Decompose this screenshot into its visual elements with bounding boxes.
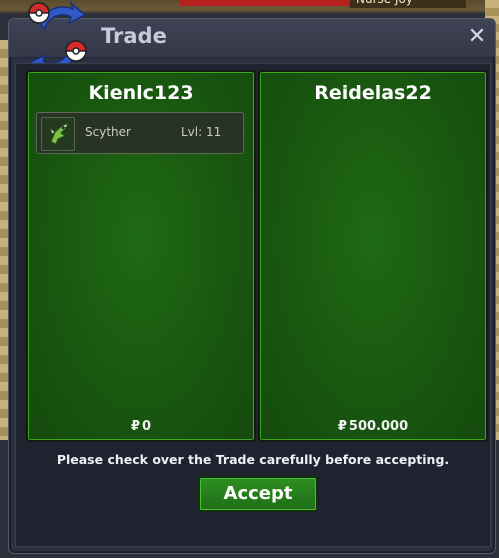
money-right: ₽500.000 bbox=[260, 419, 486, 434]
money-amount-right: 500.000 bbox=[348, 419, 409, 434]
trade-content: Kienlc123 Scyther Lvl: 11 ₽0 Reidelas22 … bbox=[15, 63, 491, 547]
pokedollar-icon: ₽ bbox=[130, 419, 140, 434]
partner-offer-panel: Reidelas22 ₽500.000 bbox=[258, 70, 488, 442]
trade-notice: Please check over the Trade carefully be… bbox=[56, 452, 450, 467]
window-title: Trade bbox=[101, 24, 167, 48]
my-offer-panel: Kienlc123 Scyther Lvl: 11 ₽0 bbox=[26, 70, 256, 442]
npc-nameplate: Nurse Joy bbox=[350, 0, 466, 8]
accept-button[interactable]: Accept bbox=[198, 476, 318, 512]
money-left: ₽0 bbox=[28, 419, 254, 434]
trade-item-row[interactable]: Scyther Lvl: 11 bbox=[36, 112, 244, 154]
scyther-icon bbox=[41, 117, 75, 151]
close-icon[interactable]: ✕ bbox=[465, 25, 489, 49]
player-name-left: Kienlc123 bbox=[88, 82, 194, 104]
player-name-right: Reidelas22 bbox=[314, 82, 432, 104]
item-name: Scyther bbox=[85, 125, 131, 139]
money-amount-left: 0 bbox=[142, 419, 152, 434]
trade-window: Trade ✕ Kienlc123 Scyther Lvl: 11 ₽ 0 Re… bbox=[8, 1, 496, 554]
pokedollar-icon: ₽ bbox=[337, 419, 347, 434]
item-level: Lvl: 11 bbox=[181, 125, 222, 139]
